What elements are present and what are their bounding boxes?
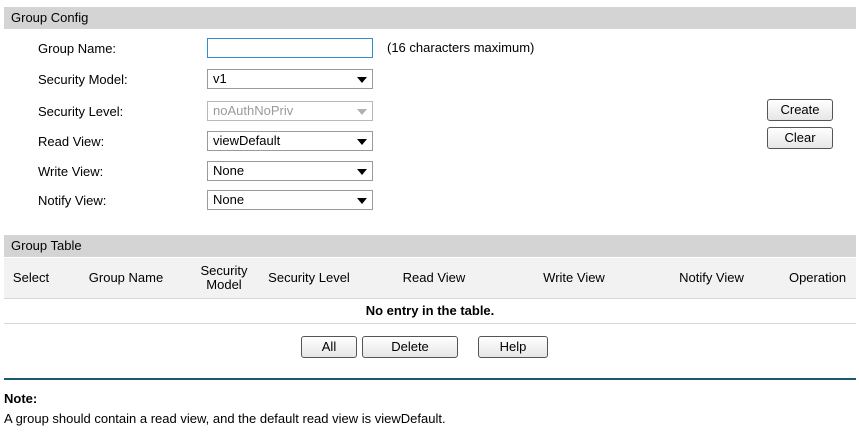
note-title: Note: bbox=[4, 391, 38, 406]
group-config-header: Group Config bbox=[4, 7, 856, 29]
column-notify-view: Notify View bbox=[679, 270, 744, 285]
delete-button[interactable]: Delete bbox=[362, 336, 458, 358]
notify-view-select[interactable]: None bbox=[207, 190, 373, 210]
group-name-label: Group Name: bbox=[38, 41, 117, 56]
chevron-down-icon bbox=[357, 109, 367, 115]
help-button[interactable]: Help bbox=[478, 336, 548, 358]
write-view-select[interactable]: None bbox=[207, 161, 373, 181]
security-level-label: Security Level: bbox=[38, 104, 124, 119]
column-write-view: Write View bbox=[543, 270, 605, 285]
group-name-hint: (16 characters maximum) bbox=[387, 40, 535, 55]
chevron-down-icon bbox=[357, 169, 367, 175]
read-view-value: viewDefault bbox=[213, 133, 281, 148]
group-name-input[interactable] bbox=[207, 38, 373, 58]
column-security-model-line2: Model bbox=[206, 277, 242, 292]
chevron-down-icon bbox=[357, 139, 367, 145]
create-button[interactable]: Create bbox=[767, 99, 833, 121]
all-button[interactable]: All bbox=[301, 336, 357, 358]
note-text: A group should contain a read view, and … bbox=[4, 411, 446, 426]
column-security-model-line1: Security bbox=[200, 263, 248, 278]
security-model-select[interactable]: v1 bbox=[207, 69, 373, 89]
note-divider bbox=[4, 378, 856, 380]
read-view-label: Read View: bbox=[38, 134, 105, 149]
chevron-down-icon bbox=[357, 198, 367, 204]
read-view-select[interactable]: viewDefault bbox=[207, 131, 373, 151]
chevron-down-icon bbox=[357, 77, 367, 83]
security-model-value: v1 bbox=[213, 71, 227, 86]
column-operation: Operation bbox=[788, 270, 847, 285]
group-table-header: Group Table bbox=[4, 235, 856, 257]
clear-button[interactable]: Clear bbox=[767, 127, 833, 149]
group-table-column-headers: Select Group Name Security Model Securit… bbox=[4, 258, 856, 299]
column-group-name: Group Name bbox=[88, 270, 164, 285]
column-security-level: Security Level bbox=[268, 270, 350, 285]
notify-view-value: None bbox=[213, 192, 245, 207]
security-level-value: noAuthNoPriv bbox=[213, 103, 294, 118]
notify-view-label: Notify View: bbox=[38, 193, 107, 208]
write-view-label: Write View: bbox=[38, 164, 104, 179]
security-model-label: Security Model: bbox=[38, 72, 128, 87]
column-read-view: Read View bbox=[402, 270, 466, 285]
security-level-select: noAuthNoPriv bbox=[207, 101, 373, 121]
column-security-model: Security Model bbox=[194, 258, 254, 298]
write-view-value: None bbox=[213, 163, 245, 178]
table-empty-message: No entry in the table. bbox=[4, 298, 856, 324]
column-select: Select bbox=[12, 270, 50, 285]
